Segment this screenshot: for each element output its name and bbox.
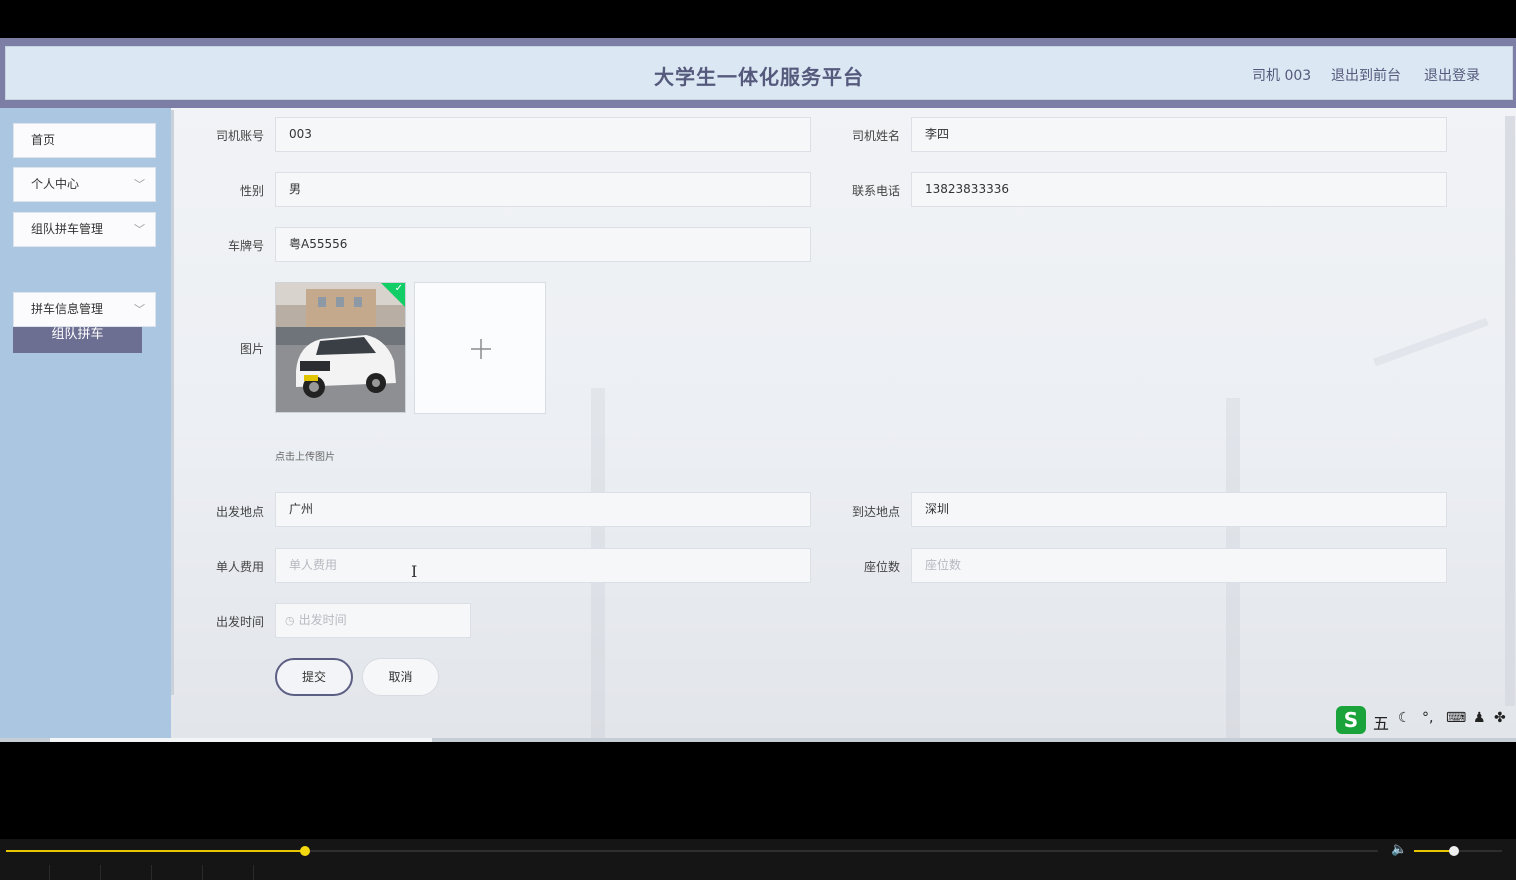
chevron-down-icon: ﹀	[134, 303, 145, 316]
field-label: 司机账号	[215, 129, 264, 143]
sidebar-item-label: 首页	[31, 133, 56, 147]
image-upload-button[interactable]	[414, 282, 546, 414]
field-label: 到达地点	[851, 505, 900, 519]
field-label: 图片	[239, 342, 264, 356]
cancel-button[interactable]: 取消	[362, 658, 439, 696]
plus-icon	[471, 339, 491, 359]
sidebar-item-label: 组队拼车管理	[31, 222, 104, 236]
chevron-down-icon: ﹀	[134, 223, 145, 236]
sidebar-item-carpool-team[interactable]: 组队拼车管理 ﹀	[13, 212, 156, 247]
volume-icon[interactable]: 🔈	[1391, 842, 1407, 857]
volume-fill	[1414, 850, 1454, 852]
front-link[interactable]: 退出到前台	[1331, 65, 1401, 85]
field-label: 座位数	[863, 560, 900, 574]
user-link[interactable]: 司机 003	[1252, 65, 1311, 85]
app-window: 大学生一体化服务平台 司机 003 退出到前台 退出登录 首页 个人中心 ﹀ 组…	[0, 38, 1516, 742]
field-label: 出发地点	[215, 505, 264, 519]
gender-field[interactable]: 男	[275, 172, 811, 207]
sidebar-item-carpool-info[interactable]: 拼车信息管理 ﹀	[13, 292, 156, 327]
punctuation-icon[interactable]: °,	[1422, 710, 1433, 726]
ime-logo-icon[interactable]: S	[1336, 706, 1366, 734]
player-button[interactable]	[51, 865, 101, 880]
sidebar-item-home[interactable]: 首页	[13, 123, 156, 158]
field-label: 车牌号	[227, 239, 264, 253]
volume-knob[interactable]	[1448, 846, 1459, 856]
departure-field[interactable]: 广州	[275, 492, 811, 527]
scrollbar-thumb[interactable]	[50, 738, 432, 742]
phone-field[interactable]: 13823833336	[911, 172, 1447, 207]
sidebar-item-label: 拼车信息管理	[31, 302, 104, 316]
driver-account-field[interactable]: 003	[275, 117, 811, 152]
player-button[interactable]	[0, 865, 50, 880]
video-player-bar: 🔈	[0, 839, 1516, 880]
user-icon[interactable]: ♟	[1473, 710, 1486, 726]
player-button[interactable]	[102, 865, 152, 880]
horizontal-scrollbar[interactable]	[0, 738, 1516, 742]
plate-field[interactable]: 粤A55556	[275, 227, 811, 262]
sidebar: 首页 个人中心 ﹀ 组队拼车管理 ﹀ 组队拼车 拼车信息管理 ﹀	[0, 108, 171, 742]
keyboard-icon[interactable]: ⌨	[1446, 710, 1466, 726]
depart-time-picker[interactable]: ◷ 出发时间	[275, 603, 471, 638]
submit-button[interactable]: 提交	[275, 658, 353, 696]
check-icon: ✓	[394, 283, 403, 294]
header-band: 大学生一体化服务平台 司机 003 退出到前台 退出登录	[0, 38, 1516, 108]
field-label: 司机姓名	[851, 129, 900, 143]
grid-icon[interactable]: ✤	[1494, 710, 1506, 726]
depart-time-placeholder: 出发时间	[298, 613, 347, 627]
chevron-down-icon: ﹀	[134, 178, 145, 191]
field-label: 单人费用	[215, 560, 264, 574]
ime-mode-label[interactable]: 五	[1373, 710, 1389, 734]
scrollbar[interactable]	[1505, 116, 1515, 706]
player-button[interactable]	[204, 865, 254, 880]
field-label: 联系电话	[851, 184, 900, 198]
logout-link[interactable]: 退出登录	[1424, 65, 1480, 85]
field-label: 性别	[239, 184, 264, 198]
text-cursor-icon: I	[411, 562, 418, 581]
sidebar-item-personal[interactable]: 个人中心 ﹀	[13, 167, 156, 202]
moon-icon[interactable]: ☾	[1398, 710, 1411, 726]
clock-icon: ◷	[285, 614, 295, 627]
player-button[interactable]	[153, 865, 203, 880]
progress-fill	[6, 850, 306, 852]
sidebar-item-label: 个人中心	[31, 177, 80, 191]
upload-hint: 点击上传图片	[275, 452, 335, 463]
destination-field[interactable]: 深圳	[911, 492, 1447, 527]
car-image-thumbnail[interactable]: ✓	[275, 282, 406, 413]
background-shape	[1373, 317, 1489, 367]
ime-toolbar: S 五 ☾ °, ⌨ ♟ ✤	[1336, 706, 1516, 736]
driver-name-field[interactable]: 李四	[911, 117, 1447, 152]
divider	[171, 110, 174, 695]
header: 大学生一体化服务平台 司机 003 退出到前台 退出登录	[5, 46, 1513, 100]
field-label: 出发时间	[215, 615, 264, 629]
seats-input[interactable]: 座位数	[911, 548, 1447, 583]
progress-knob[interactable]	[300, 846, 311, 856]
fee-input[interactable]: 单人费用	[275, 548, 811, 583]
